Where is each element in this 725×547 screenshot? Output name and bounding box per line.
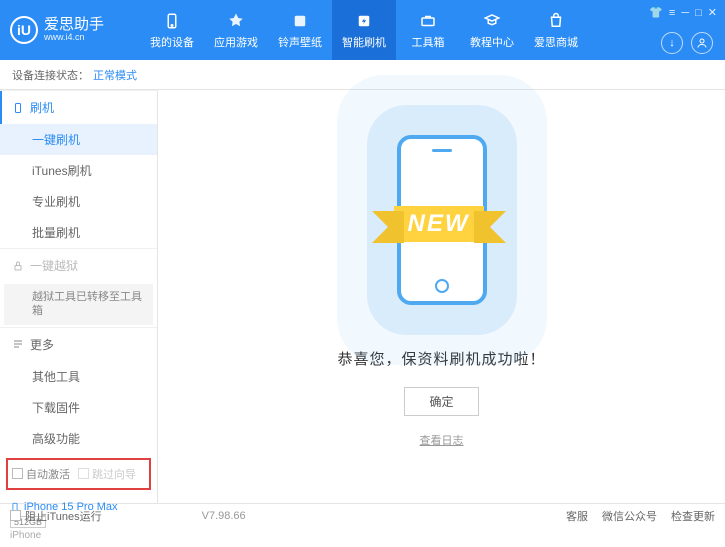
sidebar-item-pro-flash[interactable]: 专业刷机 xyxy=(0,186,157,217)
menu-icon[interactable]: ≡ xyxy=(669,7,675,19)
logo: iU 爱思助手 www.i4.cn xyxy=(10,16,140,44)
sidebar-item-onekey-flash[interactable]: 一键刷机 xyxy=(0,124,157,155)
minimize-icon[interactable]: ─ xyxy=(681,7,689,19)
sidebar-section-flash[interactable]: 刷机 xyxy=(0,91,157,124)
user-button[interactable] xyxy=(691,32,713,54)
device-type: iPhone xyxy=(10,530,147,541)
options-highlight-box: 自动激活 跳过向导 xyxy=(6,458,151,490)
sidebar: 刷机 一键刷机 iTunes刷机 专业刷机 批量刷机 一键越狱 越狱工具已转移至… xyxy=(0,90,158,503)
ok-button[interactable]: 确定 xyxy=(404,387,478,416)
window-controls: 👕 ≡ ─ □ ✕ xyxy=(649,6,717,19)
sidebar-section-jailbreak[interactable]: 一键越狱 xyxy=(0,249,157,282)
view-log-link[interactable]: 查看日志 xyxy=(420,432,464,448)
footer-link-support[interactable]: 客服 xyxy=(566,508,588,524)
version-label: V7.98.66 xyxy=(202,510,246,522)
footer-link-update[interactable]: 检查更新 xyxy=(671,508,715,524)
phone-small-icon xyxy=(12,102,24,114)
logo-icon: iU xyxy=(10,16,38,44)
main-content: NEW 恭喜您，保资料刷机成功啦！ 确定 查看日志 xyxy=(158,90,725,503)
new-ribbon: NEW xyxy=(394,206,484,242)
tab-toolbox[interactable]: 工具箱 xyxy=(396,0,460,60)
tab-store[interactable]: 爱思商城 xyxy=(524,0,588,60)
sidebar-section-more[interactable]: 更多 xyxy=(0,328,157,361)
tab-tutorials[interactable]: 教程中心 xyxy=(460,0,524,60)
maximize-icon[interactable]: □ xyxy=(695,7,702,19)
skin-icon[interactable]: 👕 xyxy=(649,6,663,19)
tab-my-device[interactable]: 我的设备 xyxy=(140,0,204,60)
ringtone-icon xyxy=(290,11,310,31)
status-mode: 正常模式 xyxy=(93,67,137,83)
success-message: 恭喜您，保资料刷机成功啦！ xyxy=(337,348,545,369)
status-label: 设备连接状态： xyxy=(12,67,89,83)
app-header: iU 爱思助手 www.i4.cn 我的设备 应用游戏 铃声壁纸 智能刷机 工具… xyxy=(0,0,725,60)
tab-smart-flash[interactable]: 智能刷机 xyxy=(332,0,396,60)
checkbox-skip-guide[interactable]: 跳过向导 xyxy=(78,466,136,482)
tutorial-icon xyxy=(482,11,502,31)
store-icon xyxy=(546,11,566,31)
flash-icon xyxy=(354,11,374,31)
sidebar-item-advanced[interactable]: 高级功能 xyxy=(0,423,157,454)
app-title: 爱思助手 xyxy=(44,17,104,34)
sidebar-item-batch-flash[interactable]: 批量刷机 xyxy=(0,217,157,248)
list-icon xyxy=(12,338,24,350)
checkbox-block-itunes[interactable]: 阻止iTunes运行 xyxy=(10,508,102,524)
sidebar-item-other-tools[interactable]: 其他工具 xyxy=(0,361,157,392)
tab-apps-games[interactable]: 应用游戏 xyxy=(204,0,268,60)
close-icon[interactable]: ✕ xyxy=(708,6,717,19)
apps-icon xyxy=(226,11,246,31)
sidebar-item-download-firmware[interactable]: 下载固件 xyxy=(0,392,157,423)
download-button[interactable]: ↓ xyxy=(661,32,683,54)
status-bar: 设备连接状态： 正常模式 xyxy=(0,60,725,90)
toolbox-icon xyxy=(418,11,438,31)
nav-tabs: 我的设备 应用游戏 铃声壁纸 智能刷机 工具箱 教程中心 爱思商城 xyxy=(140,0,588,60)
footer-link-wechat[interactable]: 微信公众号 xyxy=(602,508,657,524)
success-illustration: NEW xyxy=(367,120,517,320)
app-url: www.i4.cn xyxy=(44,33,104,43)
sidebar-jailbreak-note: 越狱工具已转移至工具箱 xyxy=(4,284,153,325)
checkbox-auto-activate[interactable]: 自动激活 xyxy=(12,466,70,482)
sidebar-item-itunes-flash[interactable]: iTunes刷机 xyxy=(0,155,157,186)
phone-icon xyxy=(162,11,182,31)
lock-icon xyxy=(12,260,24,272)
tab-ringtones[interactable]: 铃声壁纸 xyxy=(268,0,332,60)
